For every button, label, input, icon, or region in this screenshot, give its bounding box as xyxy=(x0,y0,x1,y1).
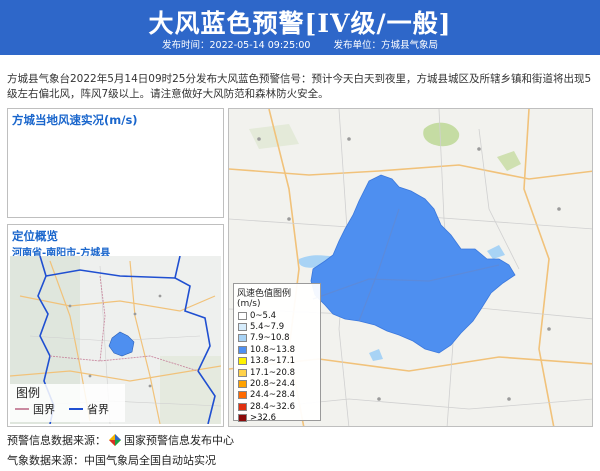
page-title: 大风蓝色预警[IV级/一般] xyxy=(148,9,452,38)
legend-label: 5.4~7.9 xyxy=(250,322,285,333)
legend-swatch-icon xyxy=(238,311,247,320)
wind-legend-row: >32.6 xyxy=(234,413,320,424)
wind-panel-title: 方城当地风速实况(m/s) xyxy=(12,113,138,127)
legend-label: 10.8~13.8 xyxy=(250,344,295,355)
legend-label: 13.8~17.1 xyxy=(250,356,295,367)
province-border-line-icon xyxy=(69,408,83,410)
legend-swatch-icon xyxy=(238,323,247,332)
wind-legend-items: 0~5.4 5.4~7.9 7.9~10.8 10.8~13.8 13.8~17.1 17… xyxy=(234,310,320,424)
warning-description: 方城县气象台2022年5月14日09时25分发布大风蓝色预警信号：预计今天白天到… xyxy=(7,73,592,100)
wind-legend-row: 10.8~13.8 xyxy=(234,344,320,355)
legend-swatch-icon xyxy=(238,357,247,366)
wind-speed-panel: 方城当地风速实况(m/s) xyxy=(7,108,224,218)
warning-source-label: 预警信息数据来源： xyxy=(7,434,106,447)
wind-legend-row: 5.4~7.9 xyxy=(234,321,320,332)
legend-label: >32.6 xyxy=(250,413,277,424)
wind-legend-title: 风速色值图例 (m/s) xyxy=(237,289,292,309)
wind-legend-row: 17.1~20.8 xyxy=(234,367,320,378)
warning-source-name: 国家预警信息发布中心 xyxy=(124,434,234,447)
publish-time: 发布时间：2022-05-14 09:25:00 xyxy=(162,40,311,51)
legend-province-border: 省界 xyxy=(55,401,109,417)
legend-swatch-icon xyxy=(238,402,247,411)
header-banner: 大风蓝色预警[IV级/一般] 发布时间：2022-05-14 09:25:00 … xyxy=(0,0,600,55)
legend-swatch-icon xyxy=(238,368,247,377)
wind-legend-row: 7.9~10.8 xyxy=(234,333,320,344)
publish-unit: 发布单位：方城县气象局 xyxy=(333,40,438,51)
wind-legend-row: 20.8~24.4 xyxy=(234,378,320,389)
legend-national-border: 国界 xyxy=(9,401,55,417)
weather-source-line: 气象数据来源：中国气象局全国自动站实况 xyxy=(7,454,216,467)
legend-label: 0~5.4 xyxy=(250,310,277,321)
location-legend-title: 图例 xyxy=(16,386,41,400)
legend-label: 20.8~24.4 xyxy=(250,379,295,390)
warning-source-line: 预警信息数据来源： 国家预警信息发布中心 xyxy=(7,432,234,448)
wind-speed-legend: 风速色值图例 (m/s) 0~5.4 5.4~7.9 7.9~10.8 10.8~13… xyxy=(233,283,321,424)
wind-legend-row: 0~5.4 xyxy=(234,310,320,321)
wind-legend-row: 28.4~32.6 xyxy=(234,401,320,412)
legend-swatch-icon xyxy=(238,414,247,423)
wind-legend-row: 24.4~28.4 xyxy=(234,390,320,401)
legend-label: 17.1~20.8 xyxy=(250,367,295,378)
location-panel-title: 定位概览 xyxy=(12,229,58,243)
legend-swatch-icon xyxy=(238,345,247,354)
legend-swatch-icon xyxy=(238,380,247,389)
wind-legend-row: 13.8~17.1 xyxy=(234,356,320,367)
legend-label: 28.4~32.6 xyxy=(250,401,295,412)
location-map-legend: 图例 国界 省界 xyxy=(9,384,125,422)
legend-swatch-icon xyxy=(238,334,247,343)
legend-label: 24.4~28.4 xyxy=(250,390,295,401)
publish-meta: 发布时间：2022-05-14 09:25:00 发布单位：方城县气象局 xyxy=(0,37,600,51)
legend-label: 7.9~10.8 xyxy=(250,333,290,344)
legend-swatch-icon xyxy=(238,391,247,400)
national-border-line-icon xyxy=(15,408,29,410)
alert-center-logo-icon xyxy=(109,434,121,446)
